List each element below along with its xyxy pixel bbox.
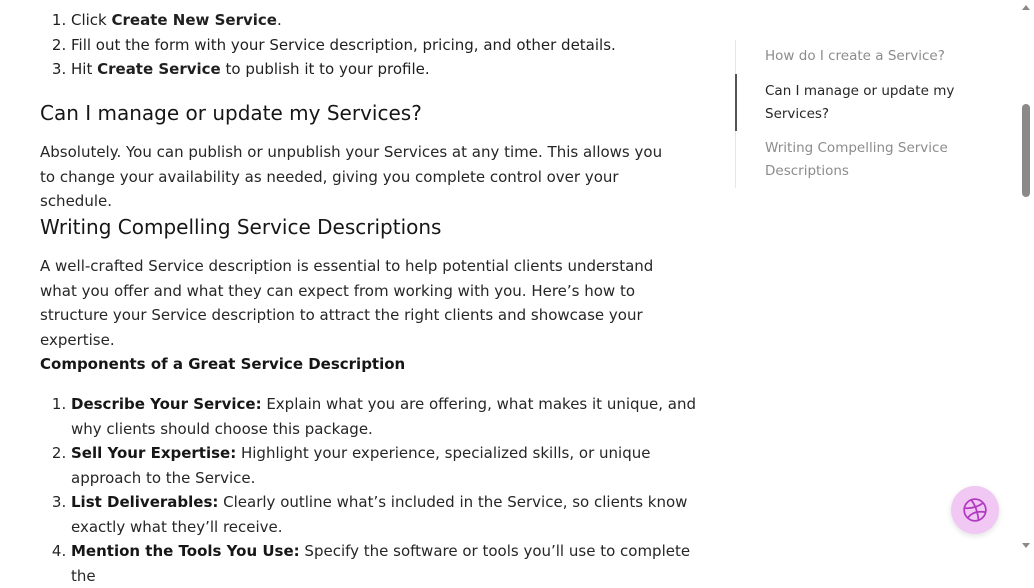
- toc-item-manage-services[interactable]: Can I manage or update my Services?: [735, 74, 956, 131]
- writing-descriptions-body: A well-crafted Service description is es…: [40, 257, 654, 349]
- writing-descriptions-heading: Writing Compelling Service Descriptions: [40, 215, 442, 239]
- list-item: Sell Your Expertise: Highlight your expe…: [71, 441, 711, 490]
- scroll-up-arrow-icon[interactable]: [1022, 5, 1030, 10]
- dribbble-icon: [963, 498, 987, 522]
- list-item: Describe Your Service: Explain what you …: [71, 392, 711, 441]
- list-item: Mention the Tools You Use: Specify the s…: [71, 539, 711, 588]
- manage-services-heading: Can I manage or update my Services?: [40, 101, 422, 125]
- scroll-thumb[interactable]: [1022, 104, 1030, 197]
- create-service-steps: Click Create New Service. Fill out the f…: [40, 8, 616, 82]
- scroll-down-arrow-icon[interactable]: [1022, 543, 1030, 548]
- dribbble-button[interactable]: [951, 486, 999, 534]
- toc-item-create-service[interactable]: How do I create a Service?: [736, 40, 956, 74]
- components-list: Describe Your Service: Explain what you …: [40, 392, 711, 588]
- list-item: List Deliverables: Clearly outline what’…: [71, 490, 711, 539]
- manage-services-body: Absolutely. You can publish or unpublish…: [40, 143, 663, 210]
- list-item: Click Create New Service.: [71, 8, 616, 33]
- toc-item-writing-descriptions[interactable]: Writing Compelling Service Descriptions: [736, 131, 956, 188]
- vertical-scrollbar[interactable]: [1019, 0, 1034, 553]
- list-item: Hit Create Service to publish it to your…: [71, 57, 616, 82]
- components-heading: Components of a Great Service Descriptio…: [40, 355, 406, 373]
- table-of-contents: How do I create a Service? Can I manage …: [735, 40, 956, 188]
- list-item: Fill out the form with your Service desc…: [71, 33, 616, 58]
